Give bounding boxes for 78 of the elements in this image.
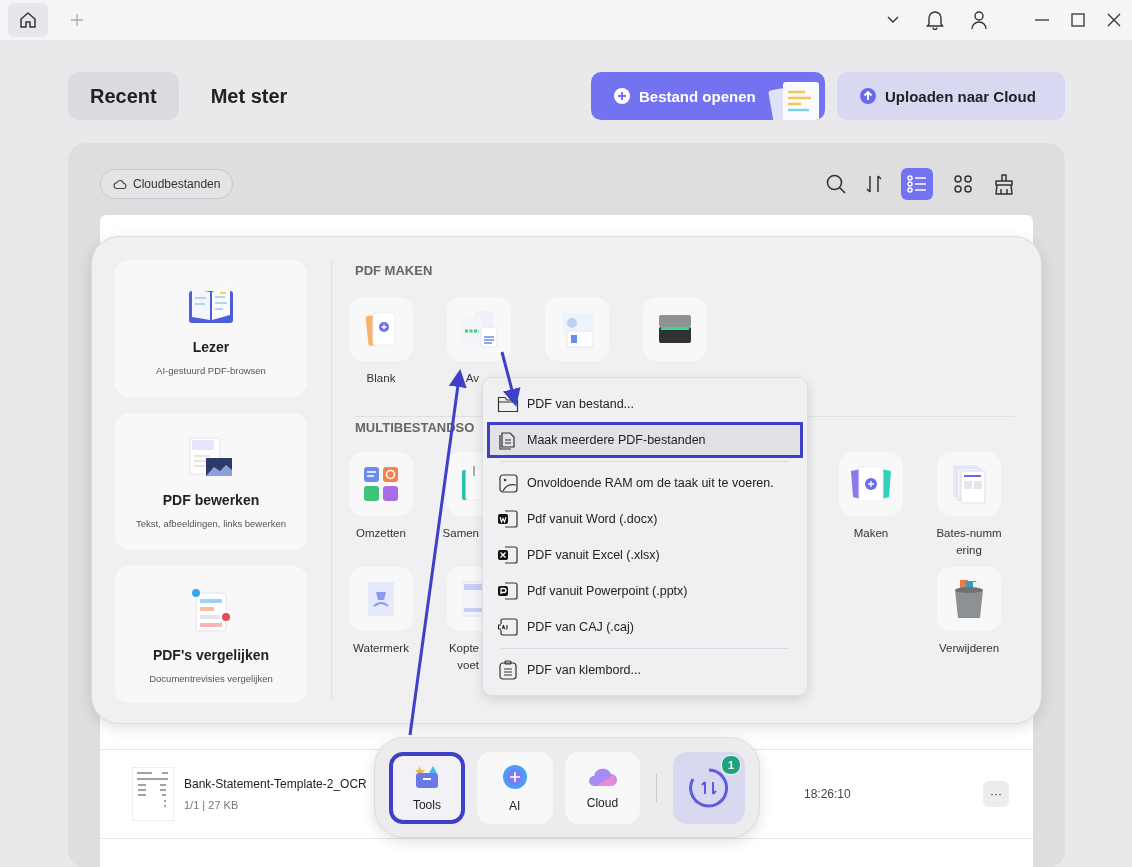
- menu-item[interactable]: PDF van CAJ (.caj): [487, 609, 803, 645]
- bates-tool-tile[interactable]: [937, 452, 1001, 516]
- menu-item[interactable]: Maak meerdere PDF-bestanden: [487, 422, 803, 458]
- ai-icon: [500, 762, 529, 791]
- section-heading: PDF MAKEN: [355, 263, 434, 278]
- annotation-arrow: [500, 351, 521, 407]
- word-file-icon: [497, 509, 519, 529]
- tools-dock-button[interactable]: Tools: [389, 751, 465, 824]
- powerpoint-file-icon: [497, 581, 519, 601]
- tool-label: Samen: [441, 526, 479, 541]
- convert-tool-tile[interactable]: [447, 297, 511, 361]
- upload-button[interactable]: Uploaden naar Cloud: [837, 72, 1065, 120]
- menu-item[interactable]: PDF van klembord...: [487, 652, 803, 688]
- feature-subtitle: Documentrevisies vergelijken: [149, 673, 273, 684]
- tool-label: Bates-nummering: [935, 526, 1003, 558]
- add-document-icon: [849, 465, 893, 503]
- trash-tool-tile[interactable]: [937, 567, 1001, 631]
- broom-icon[interactable]: [993, 173, 1015, 195]
- sort-icon[interactable]: [865, 174, 883, 194]
- list-icon: [907, 175, 927, 193]
- ai-dock-button[interactable]: AI: [476, 751, 553, 824]
- tool-label: Maken: [852, 526, 890, 541]
- watermark-tool-tile[interactable]: [349, 567, 413, 631]
- compare-document-icon: [190, 587, 232, 633]
- cloud-files-button[interactable]: Cloudbestanden: [100, 169, 234, 199]
- bell-icon[interactable]: [926, 10, 944, 30]
- tool-label: Verwijderen: [937, 641, 1001, 656]
- file-time: 18:26:10: [804, 787, 852, 801]
- document-thumbnail: [132, 767, 174, 821]
- text-image-icon: [188, 436, 234, 478]
- feature-card[interactable]: PDF bewerken Tekst, afbeeldingen, links bewerken: [115, 413, 307, 550]
- list-view-button[interactable]: [901, 168, 933, 200]
- tool-label: Av: [464, 371, 479, 386]
- image-icon: [497, 473, 519, 493]
- feature-card[interactable]: Lezer AI-gestuurd PDF-browsen: [115, 260, 307, 397]
- cloud-icon: [113, 178, 127, 190]
- plus-icon: [613, 87, 631, 105]
- home-tab[interactable]: [8, 3, 48, 37]
- user-icon[interactable]: [970, 10, 988, 30]
- file-meta: 1/1 | 27 KB: [184, 799, 239, 811]
- folder-icon: [497, 394, 519, 414]
- upload-icon: [859, 87, 877, 105]
- tool-label: Kopte voet: [447, 641, 479, 673]
- blank-tool-tile[interactable]: [349, 297, 413, 361]
- sync-button[interactable]: [673, 751, 745, 824]
- feature-title: PDF's vergelijken: [152, 647, 270, 663]
- menu-item[interactable]: PDF van bestand...: [487, 386, 803, 422]
- menu-item[interactable]: Pdf vanuit Powerpoint (.pptx): [487, 573, 803, 609]
- grid-icon: [953, 174, 973, 194]
- cloud-dock-button[interactable]: Cloud: [564, 751, 641, 824]
- clipboard-icon: [497, 660, 519, 680]
- feature-card[interactable]: PDF's vergelijken Documentrevisies vergelijken: [115, 566, 307, 703]
- home-icon: [18, 10, 38, 30]
- tool-label: Blank: [366, 371, 396, 386]
- more-button[interactable]: ···: [983, 781, 1009, 807]
- close-icon[interactable]: [1106, 12, 1122, 28]
- app-grid-icon: [362, 465, 400, 503]
- feature-title: PDF bewerken: [162, 492, 260, 508]
- make-tool-tile[interactable]: [839, 452, 903, 516]
- tool-label: Omzetten: [356, 526, 406, 541]
- tool-label: Watermerk: [353, 641, 409, 656]
- feature-subtitle: Tekst, afbeeldingen, links bewerken: [136, 518, 286, 529]
- search-icon[interactable]: [825, 173, 847, 195]
- tab[interactable]: Met ster: [188, 72, 310, 120]
- menu-item[interactable]: Onvoldoende RAM om de taak uit te voeren.: [487, 465, 803, 501]
- excel-file-icon: [497, 545, 519, 565]
- convert-grid-tool-tile[interactable]: [349, 452, 413, 516]
- scanner-tool-tile[interactable]: [643, 297, 707, 361]
- feature-subtitle: AI-gestuurd PDF-browsen: [156, 365, 266, 376]
- tab[interactable]: Recent: [68, 72, 179, 120]
- file-name: Bank-Statement-Template-2_OCR: [184, 777, 367, 791]
- feature-title: Lezer: [192, 339, 230, 355]
- menu-item[interactable]: Pdf vanuit Word (.docx): [487, 501, 803, 537]
- menu-item[interactable]: PDF vanuit Excel (.xlsx): [487, 537, 803, 573]
- image-tool-tile[interactable]: [545, 297, 609, 361]
- open-file-button[interactable]: Bestand openen: [591, 72, 825, 120]
- maximize-icon[interactable]: [1070, 12, 1086, 28]
- caj-file-icon: [497, 617, 519, 637]
